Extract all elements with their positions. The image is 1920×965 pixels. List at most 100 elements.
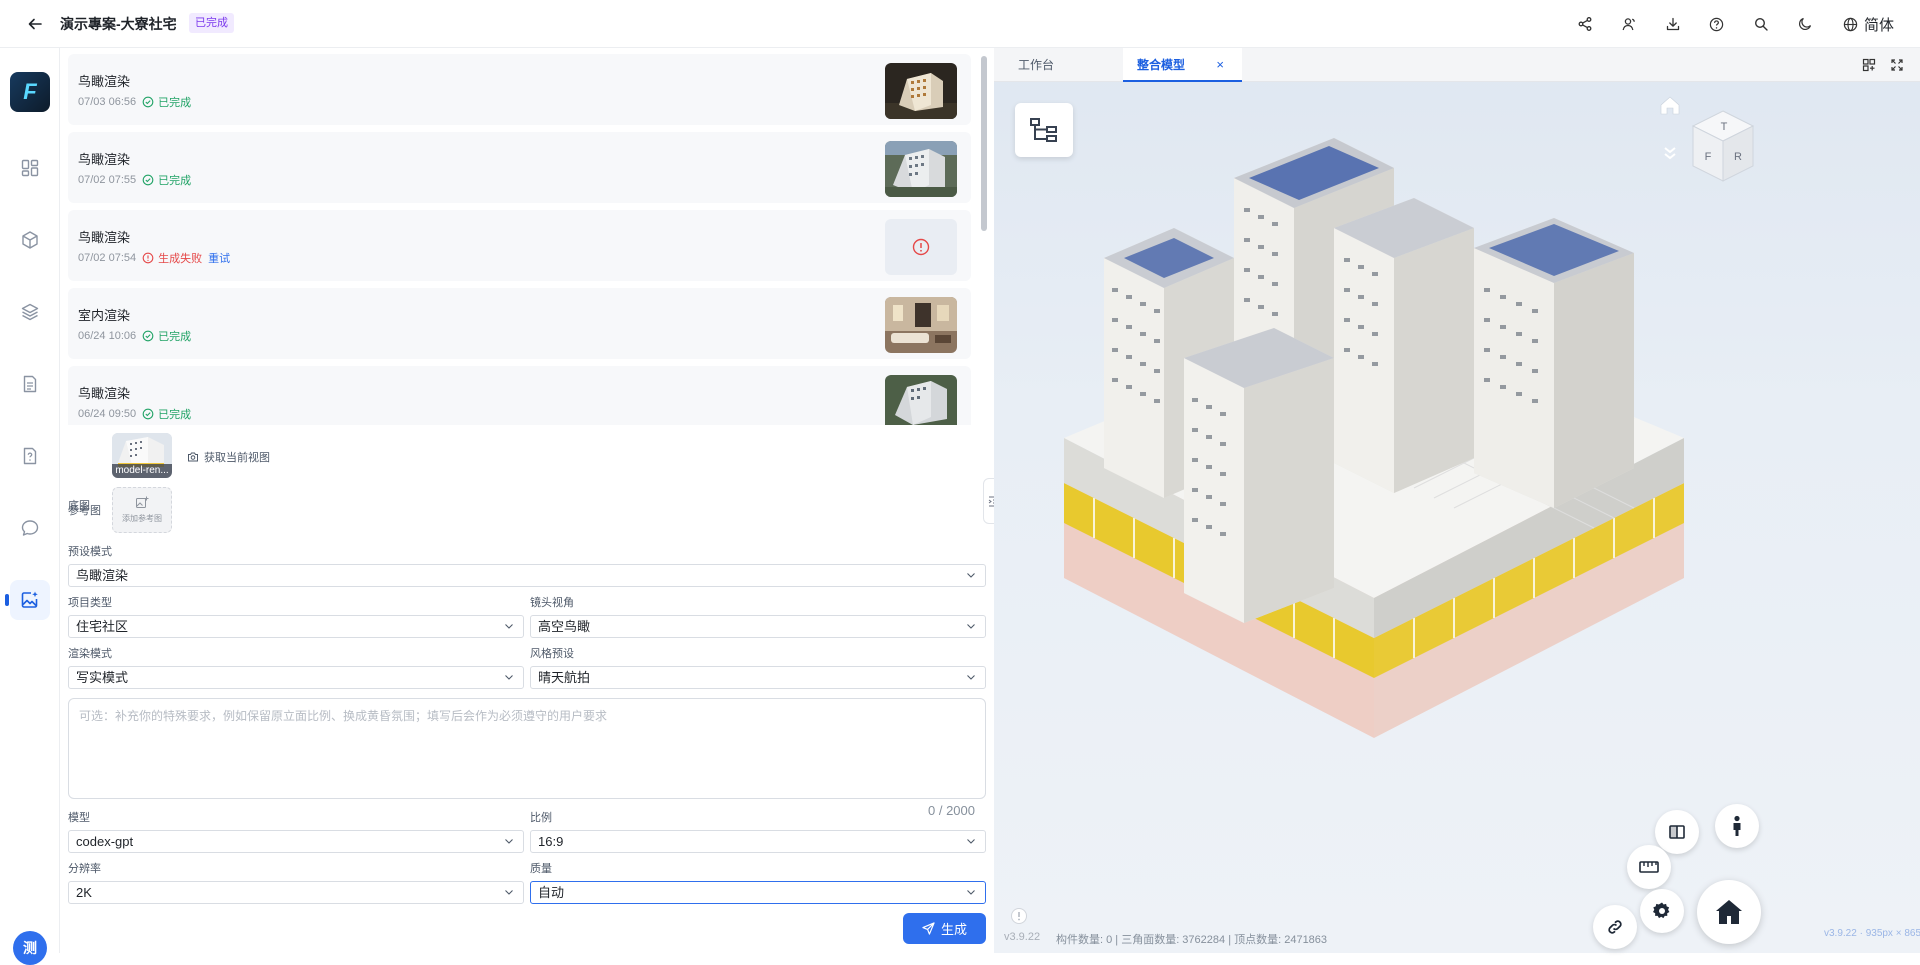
- quality-label: 质量: [530, 863, 552, 875]
- search-button[interactable]: [1739, 2, 1783, 46]
- check-circle-icon: [142, 330, 154, 342]
- split-view-button[interactable]: [1860, 56, 1878, 74]
- top-bar: 演示專案-大寮社宅 已完成 简体: [0, 0, 1920, 48]
- camera-select[interactable]: 高空鸟瞰: [530, 615, 986, 638]
- add-reference-label: 添加参考图: [122, 514, 162, 523]
- app-logo[interactable]: F: [10, 72, 50, 112]
- tab-workbench[interactable]: 工作台: [994, 48, 1122, 82]
- status-done: 已完成: [142, 328, 191, 344]
- back-button[interactable]: [24, 13, 46, 35]
- history-item[interactable]: 鸟瞰渲染 06/24 09:50 已完成: [68, 366, 971, 425]
- sidebar-item-documents[interactable]: [10, 364, 50, 404]
- file-question-icon: [23, 447, 37, 465]
- chevron-down-icon: [967, 675, 975, 680]
- history-item-time: 07/03 06:56: [78, 96, 137, 108]
- ratio-value: 16:9: [538, 834, 564, 849]
- fullscreen-button[interactable]: [1888, 56, 1906, 74]
- section-icon: [1669, 825, 1685, 839]
- project-type-select[interactable]: 住宅社区: [68, 615, 524, 638]
- quality-select[interactable]: 自动: [530, 881, 986, 904]
- base-image-thumbnail[interactable]: model-ren...: [112, 433, 172, 478]
- chevron-down-icon: [505, 839, 513, 844]
- share-button[interactable]: [1563, 2, 1607, 46]
- history-item-title: 鸟瞰渲染: [78, 386, 131, 401]
- history-thumbnail[interactable]: [885, 297, 957, 353]
- sidebar-item-dashboard[interactable]: [10, 148, 50, 188]
- project-status-badge: 已完成: [189, 13, 234, 33]
- sidebar-item-layers[interactable]: [10, 292, 50, 332]
- render-panel: 鸟瞰渲染 07/03 06:56 已完成 鸟瞰渲染 07/02 07:55 已完…: [60, 48, 993, 953]
- help-icon: [1710, 17, 1724, 31]
- style-label: 风格预设: [530, 648, 574, 660]
- render-mode-select[interactable]: 写实模式: [68, 666, 524, 689]
- history-item[interactable]: 室内渲染 06/24 10:06 已完成: [68, 288, 971, 359]
- ratio-label: 比例: [530, 812, 552, 824]
- history-thumbnail[interactable]: [885, 141, 957, 197]
- add-reference-image-button[interactable]: 添加参考图: [112, 487, 172, 533]
- home-view-icon[interactable]: [1658, 94, 1682, 118]
- ratio-select[interactable]: 16:9: [530, 830, 986, 853]
- ruler-icon: [1639, 861, 1659, 873]
- sidebar-item-chat[interactable]: [10, 508, 50, 548]
- help-button[interactable]: [1695, 2, 1739, 46]
- prompt-textarea[interactable]: 可选：补充你的特殊要求，例如保留原立面比例、换成黄昏氛围；填写后会作为必须遵守的…: [68, 698, 986, 799]
- generate-button[interactable]: 生成: [903, 913, 986, 944]
- preset-value: 鸟瞰渲染: [76, 568, 129, 583]
- download-icon: [1666, 17, 1680, 31]
- history-item-status: 已完成: [158, 331, 192, 343]
- history-item-status: 已完成: [158, 175, 192, 187]
- status-failed: 生成失败: [142, 250, 202, 266]
- person-icon: [1733, 815, 1741, 836]
- project-title: 演示專案-大寮社宅: [60, 16, 177, 32]
- tab-integrated-model-label: 整合模型: [1137, 58, 1186, 72]
- tab-integrated-model[interactable]: 整合模型 ×: [1123, 48, 1242, 82]
- building-3d-model[interactable]: [1034, 138, 1874, 908]
- resolution-select[interactable]: 2K: [68, 881, 524, 904]
- model-viewer[interactable]: 工作台 整合模型 × T F R v3.9.22 构件数量: 0 | 三角面数量…: [994, 48, 1920, 953]
- viewer-footer-right: v3.9.22 · 935px × 865px: [1824, 928, 1920, 939]
- theme-toggle-button[interactable]: [1783, 2, 1827, 46]
- capture-view-label: 获取当前视图: [204, 452, 270, 464]
- history-item-time: 06/24 09:50: [78, 408, 137, 420]
- style-select[interactable]: 晴天航拍: [530, 666, 986, 689]
- tab-close-button[interactable]: ×: [1216, 48, 1224, 82]
- dashboard-icon: [21, 159, 39, 177]
- section-box-button[interactable]: [1655, 810, 1699, 854]
- history-thumbnail[interactable]: [885, 375, 957, 425]
- link-button[interactable]: [1593, 905, 1637, 949]
- link-icon: [1608, 920, 1622, 934]
- sidebar-item-ai-render[interactable]: [10, 580, 50, 620]
- model-select[interactable]: codex-gpt: [68, 830, 524, 853]
- sidebar-item-issues[interactable]: [10, 436, 50, 476]
- check-circle-icon: [142, 174, 154, 186]
- info-icon[interactable]: [1010, 907, 1028, 925]
- chevron-down-icon: [505, 890, 513, 895]
- retry-link[interactable]: 重试: [208, 250, 230, 266]
- user-avatar[interactable]: 测: [13, 931, 47, 965]
- history-item[interactable]: 鸟瞰渲染 07/03 06:56 已完成: [68, 54, 971, 125]
- history-item-time: 07/02 07:54: [78, 252, 137, 264]
- history-item-title: 室内渲染: [78, 308, 131, 323]
- settings-button[interactable]: [1640, 889, 1684, 933]
- arrow-left-icon: [28, 18, 42, 30]
- download-button[interactable]: [1651, 2, 1695, 46]
- moon-icon: [1799, 17, 1812, 30]
- history-item[interactable]: 鸟瞰渲染 07/02 07:54 生成失败 重试: [68, 210, 971, 281]
- home-button[interactable]: [1697, 880, 1761, 944]
- sidebar-item-model[interactable]: [10, 220, 50, 260]
- globe-icon: [1843, 17, 1858, 31]
- send-icon: [922, 922, 935, 935]
- history-item[interactable]: 鸟瞰渲染 07/02 07:55 已完成: [68, 132, 971, 203]
- history-thumbnail[interactable]: [885, 63, 957, 119]
- resolution-value: 2K: [76, 885, 92, 900]
- members-button[interactable]: [1607, 2, 1651, 46]
- camera-label: 镜头视角: [530, 597, 574, 609]
- history-scrollbar[interactable]: [981, 56, 987, 231]
- tab-workbench-label: 工作台: [1018, 58, 1055, 72]
- render-history-list: 鸟瞰渲染 07/03 06:56 已完成 鸟瞰渲染 07/02 07:55 已完…: [66, 54, 979, 425]
- language-switcher[interactable]: 简体: [1827, 14, 1920, 35]
- preset-select[interactable]: 鸟瞰渲染: [68, 564, 986, 587]
- capture-view-button[interactable]: 获取当前视图: [187, 449, 270, 465]
- walk-mode-button[interactable]: [1715, 804, 1759, 848]
- measure-button[interactable]: [1627, 845, 1671, 889]
